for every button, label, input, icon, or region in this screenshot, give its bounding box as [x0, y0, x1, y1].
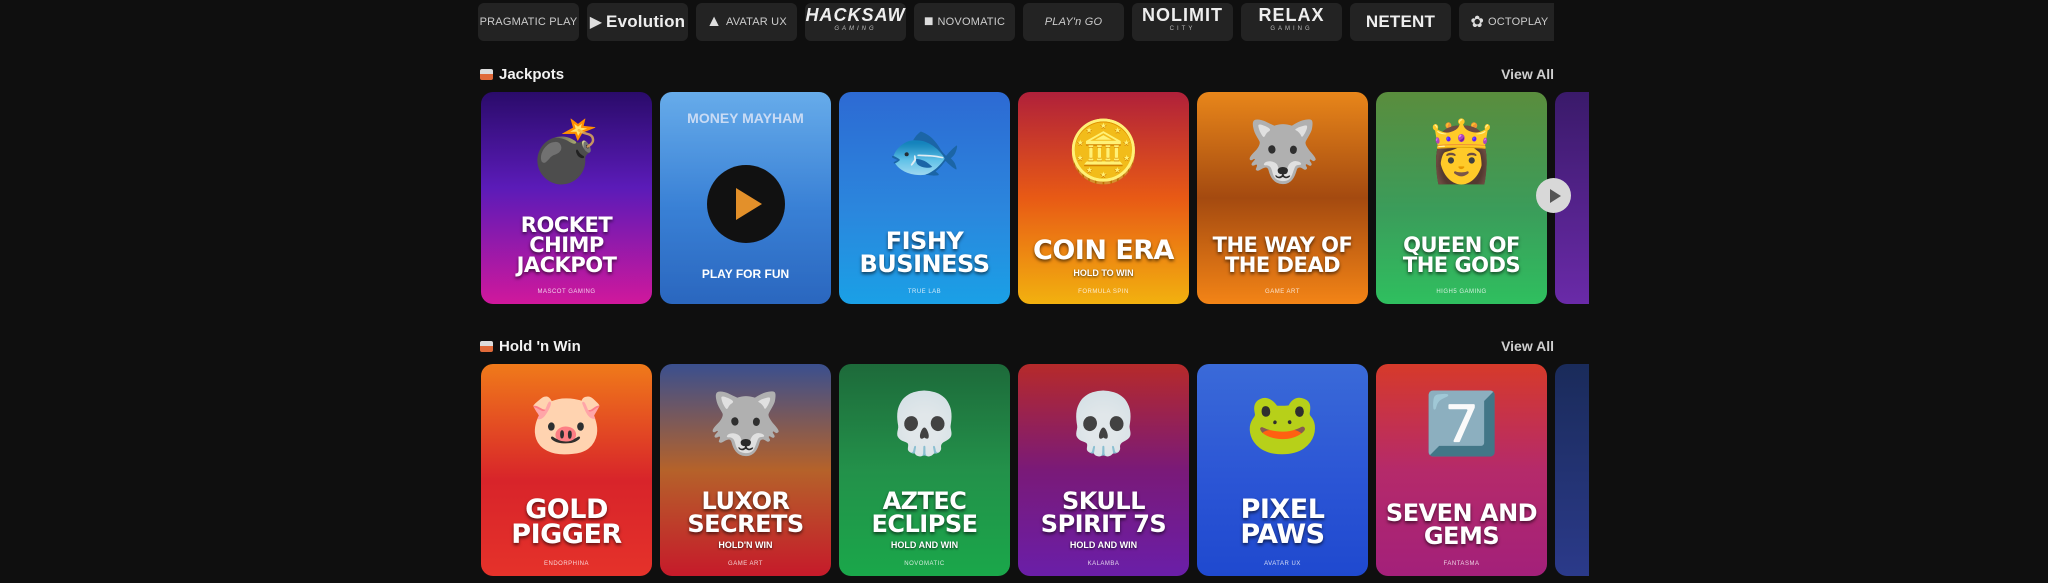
provider-label: OCTOPLAY	[1487, 16, 1549, 28]
provider-name: RELAX GAMING	[1258, 6, 1324, 36]
game-title: SEVEN AND GEMS	[1385, 499, 1538, 551]
game-title: QUEEN OF THE GODS	[1402, 233, 1521, 278]
provider-logo-1[interactable]: ▶ Evolution	[587, 3, 688, 41]
game-artwork-icon: 🐸	[1245, 390, 1320, 457]
game-provider: MASCOT GAMING	[537, 289, 596, 295]
play-button[interactable]	[706, 165, 785, 243]
game-title: COIN ERA	[1033, 235, 1174, 267]
game-artwork-icon: 7️⃣	[1424, 390, 1499, 457]
provider-label: Evolution	[606, 12, 686, 31]
game-title: FISHY BUSINESS	[859, 227, 990, 279]
game-subtitle: HOLD AND WIN	[890, 540, 959, 550]
play-for-fun-label[interactable]: PLAY FOR FUN	[660, 267, 831, 281]
hold-n-win-game-row: 🐷 GOLD PIGGER ENDORPHINA 🐺 LUXOR SECRETS HOLD…	[481, 364, 1589, 576]
game-tile[interactable]: 🪙 COIN ERA HOLD TO WIN FORMULA SPIN	[1018, 92, 1189, 304]
game-provider: FORMULA SPIN	[1078, 289, 1129, 295]
view-all-hold-n-win-link[interactable]: View All	[1501, 338, 1554, 354]
game-tile[interactable]: MONEY MAYHAM PLAY FOR FUN	[660, 92, 831, 304]
game-title: THE WAY OF THE DEAD	[1212, 233, 1353, 278]
game-provider: TRUE LAB	[907, 289, 942, 295]
provider-label: AVATAR UX	[725, 16, 787, 28]
game-tile[interactable]: 🐷 GOLD PIGGER ENDORPHINA	[481, 364, 652, 576]
game-title: SKULL SPIRIT 7S	[1040, 487, 1167, 539]
section-title-label: Jackpots	[499, 65, 565, 83]
game-tile[interactable]: 💀 SKULL SPIRIT 7S HOLD AND WIN KALAMBA	[1018, 364, 1189, 576]
provider-name: NOLIMIT CITY	[1142, 6, 1223, 36]
section-title-hold-n-win: Hold 'n Win	[480, 338, 581, 355]
game-tile[interactable]: 7️⃣ SEVEN AND GEMS FANTASMA	[1376, 364, 1547, 576]
game-artwork-icon: 🐟	[887, 118, 962, 185]
game-artwork-icon: 👸	[1424, 118, 1499, 185]
section-title-label: Hold 'n Win	[499, 337, 581, 355]
game-tile[interactable]: 🐸 PIXEL PAWS AVATAR UX	[1197, 364, 1368, 576]
jackpots-game-row: 💣 ROCKET CHIMP JACKPOT MASCOT GAMING MONEY …	[481, 92, 1589, 304]
hold-n-win-icon	[480, 340, 493, 352]
provider-glyph-icon: ▲	[706, 13, 722, 30]
game-artwork-icon: 🐷	[529, 390, 604, 457]
provider-logo-5[interactable]: PLAY'n GO	[1023, 3, 1124, 41]
section-header-hold-n-win: Hold 'n Win View All	[480, 336, 1554, 356]
game-artwork-icon: 🪙	[1066, 118, 1141, 185]
section-title-jackpots: Jackpots	[480, 66, 564, 83]
game-provider: AVATAR UX	[1264, 561, 1301, 567]
provider-logo-3[interactable]: HACKSAW GAMING	[805, 3, 906, 41]
game-artwork-icon: 🐺	[708, 390, 783, 457]
game-title: ROCKET CHIMP JACKPOT	[516, 213, 617, 278]
game-tile[interactable]: 💣 ROCKET CHIMP JACKPOT MASCOT GAMING	[481, 92, 652, 304]
game-provider: ENDORPHINA	[543, 561, 589, 567]
game-tile[interactable]: 👸 QUEEN OF THE GODS HIGH5 GAMING	[1376, 92, 1547, 304]
game-provider: KALAMBA	[1087, 561, 1120, 567]
game-artwork-icon: 💣	[529, 118, 604, 185]
section-header-jackpots: Jackpots View All	[480, 64, 1554, 84]
game-provider: GAME ART	[728, 561, 763, 567]
provider-glyph-icon: ■	[923, 13, 934, 30]
game-tile[interactable]	[1555, 364, 1589, 576]
provider-label: PRAGMATIC PLAY	[479, 16, 578, 28]
game-tile[interactable]: 🐟 FISHY BUSINESS TRUE LAB	[839, 92, 1010, 304]
provider-glyph-icon: ▶	[589, 14, 603, 31]
game-title: AZTEC ECLIPSE	[871, 487, 979, 539]
provider-name: AVATAR UX	[726, 16, 787, 28]
chevron-right-icon	[1549, 188, 1561, 203]
provider-logo-6[interactable]: NOLIMIT CITY	[1132, 3, 1233, 41]
view-all-jackpots-link[interactable]: View All	[1501, 66, 1554, 82]
provider-name: HACKSAW GAMING	[806, 6, 906, 36]
provider-logo-9[interactable]: ✿ OCTOPLAY	[1459, 3, 1554, 41]
game-subtitle: HOLD'N WIN	[718, 540, 773, 550]
game-artwork-icon: 🐺	[1245, 118, 1320, 185]
provider-strip: PRAGMATIC PLAY ▶ Evolution ▲ AVATAR UX HACKSA…	[478, 3, 1554, 43]
game-provider: FANTASMA	[1443, 561, 1480, 567]
game-provider: NOVOMATIC	[904, 561, 945, 567]
provider-logo-7[interactable]: RELAX GAMING	[1241, 3, 1342, 41]
provider-logo-4[interactable]: ■ NOVOMATIC	[914, 3, 1015, 41]
game-provider: HIGH5 GAMING	[1436, 289, 1487, 295]
provider-label: NETENT	[1365, 12, 1436, 31]
game-artwork-icon: 💀	[887, 390, 962, 457]
provider-glyph-icon: ✿	[1470, 14, 1484, 31]
provider-name: PRAGMATIC PLAY	[480, 16, 578, 28]
game-title: PIXEL PAWS	[1240, 493, 1325, 551]
game-title: LUXOR SECRETS	[687, 487, 804, 539]
scroll-next-button[interactable]	[1536, 178, 1571, 213]
game-title: GOLD PIGGER	[511, 493, 622, 551]
provider-name: OCTOPLAY	[1488, 16, 1549, 28]
play-icon	[736, 188, 762, 220]
game-tile[interactable]: 💀 AZTEC ECLIPSE HOLD AND WIN NOVOMATIC	[839, 364, 1010, 576]
game-tile[interactable]: 🐺 THE WAY OF THE DEAD GAME ART	[1197, 92, 1368, 304]
provider-logo-2[interactable]: ▲ AVATAR UX	[696, 3, 797, 41]
provider-label: PLAY'n GO	[1044, 16, 1103, 28]
jackpot-icon	[480, 68, 493, 80]
provider-logo-8[interactable]: NETENT	[1350, 3, 1451, 41]
provider-name: NOVOMATIC	[938, 16, 1006, 28]
provider-name: PLAY'n GO	[1045, 16, 1103, 28]
game-artwork-icon: 💀	[1066, 390, 1141, 457]
provider-name: Evolution	[606, 12, 685, 32]
provider-label: NOVOMATIC	[937, 16, 1006, 28]
provider-logo-0[interactable]: PRAGMATIC PLAY	[478, 3, 579, 41]
game-subtitle: HOLD AND WIN	[1069, 540, 1138, 550]
game-subtitle: HOLD TO WIN	[1073, 268, 1134, 278]
game-tile[interactable]: 🐺 LUXOR SECRETS HOLD'N WIN GAME ART	[660, 364, 831, 576]
game-provider: GAME ART	[1265, 289, 1300, 295]
provider-name: NETENT	[1366, 12, 1435, 32]
